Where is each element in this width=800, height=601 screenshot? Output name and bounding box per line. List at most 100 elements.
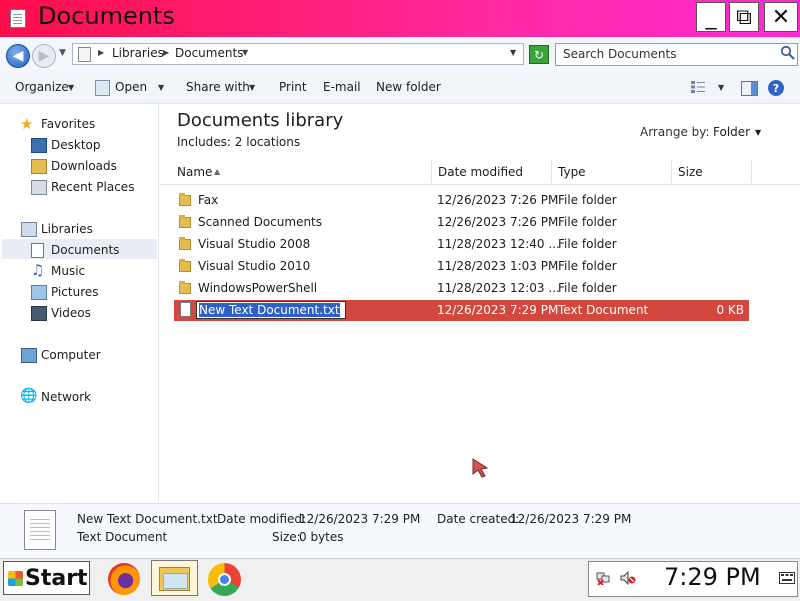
column-name[interactable]: Name bbox=[177, 165, 212, 179]
back-button[interactable]: ◀ bbox=[6, 44, 30, 68]
folder-icon bbox=[179, 281, 191, 294]
music-icon: ♫ bbox=[31, 261, 45, 279]
column-divider[interactable] bbox=[751, 160, 752, 183]
open-button[interactable]: Open bbox=[115, 80, 147, 94]
help-icon[interactable]: ? bbox=[768, 80, 784, 96]
share-with-button[interactable]: Share with bbox=[186, 80, 250, 94]
firefox-icon[interactable] bbox=[108, 563, 140, 595]
breadcrumb-libraries[interactable]: Libraries bbox=[112, 46, 164, 60]
maximize-button[interactable]: ⧉ bbox=[729, 2, 759, 32]
recent-pages-dropdown[interactable]: ▼ bbox=[59, 48, 66, 58]
column-divider[interactable] bbox=[431, 160, 432, 183]
nav-item-favorites[interactable]: Favorites bbox=[41, 117, 95, 131]
forward-button[interactable]: ▶ bbox=[32, 44, 56, 68]
text-document-icon bbox=[180, 302, 191, 317]
file-date: 11/28/2023 12:03 ... bbox=[437, 281, 560, 295]
file-type: File folder bbox=[558, 215, 617, 229]
file-type: File folder bbox=[558, 237, 617, 251]
nav-item-documents[interactable]: Documents bbox=[51, 243, 119, 257]
nav-item-desktop[interactable]: Desktop bbox=[51, 138, 101, 152]
start-button[interactable]: Start bbox=[3, 561, 90, 595]
search-icon[interactable] bbox=[780, 45, 795, 60]
column-type[interactable]: Type bbox=[558, 165, 586, 179]
email-button[interactable]: E-mail bbox=[323, 80, 361, 94]
videos-icon bbox=[31, 306, 47, 321]
details-created-value: 12/26/2023 7:29 PM bbox=[510, 512, 632, 526]
file-name: WindowsPowerShell bbox=[198, 281, 318, 295]
rename-input[interactable]: New Text Document.txt bbox=[196, 301, 346, 319]
nav-item-computer[interactable]: Computer bbox=[41, 348, 101, 362]
chevron-down-icon[interactable]: ▼ bbox=[68, 83, 74, 92]
print-button[interactable]: Print bbox=[279, 80, 307, 94]
volume-muted-icon[interactable] bbox=[620, 571, 636, 585]
close-button[interactable]: ✕ bbox=[764, 2, 798, 32]
arrange-by-label: Arrange by: bbox=[640, 125, 710, 139]
column-divider[interactable] bbox=[551, 160, 552, 183]
chevron-down-icon[interactable]: ▼ bbox=[755, 128, 761, 137]
details-modified-value: 12/26/2023 7:29 PM bbox=[299, 512, 421, 526]
chevron-down-icon[interactable]: ▼ bbox=[249, 83, 255, 92]
nav-item-pictures[interactable]: Pictures bbox=[51, 285, 99, 299]
address-history-dropdown[interactable]: ▼ bbox=[510, 48, 516, 57]
details-created-label: Date created: bbox=[437, 512, 520, 526]
breadcrumb-arrow-icon[interactable]: ▼ bbox=[242, 48, 248, 57]
library-icon bbox=[78, 47, 91, 62]
start-label: Start bbox=[25, 565, 88, 591]
search-input[interactable]: Search Documents bbox=[555, 43, 798, 66]
views-icon[interactable] bbox=[691, 81, 705, 93]
keyboard-icon[interactable] bbox=[779, 572, 795, 584]
file-row-visual-studio-2010[interactable]: Visual Studio 2010 11/28/2023 1:03 PM Fi… bbox=[174, 256, 749, 277]
column-divider[interactable] bbox=[671, 160, 672, 183]
details-modified-label: Date modified: bbox=[217, 512, 307, 526]
breadcrumb-arrow-icon[interactable]: ▶ bbox=[98, 48, 104, 57]
file-date: 12/26/2023 7:26 PM bbox=[437, 215, 559, 229]
views-dropdown-icon[interactable]: ▼ bbox=[718, 83, 724, 92]
breadcrumb-documents[interactable]: Documents bbox=[175, 46, 243, 60]
refresh-button[interactable]: ↻ bbox=[529, 45, 549, 64]
breadcrumb-arrow-icon[interactable]: ▶ bbox=[163, 48, 169, 57]
documents-icon bbox=[31, 243, 44, 258]
clock[interactable]: 7:29 PM bbox=[664, 563, 761, 591]
chevron-down-icon[interactable]: ▼ bbox=[158, 83, 164, 92]
organize-button[interactable]: Organize bbox=[15, 80, 69, 94]
file-row-windowspowershell[interactable]: WindowsPowerShell 11/28/2023 12:03 ... F… bbox=[174, 278, 749, 299]
new-folder-button[interactable]: New folder bbox=[376, 80, 441, 94]
file-row-visual-studio-2008[interactable]: Visual Studio 2008 11/28/2023 12:40 ... … bbox=[174, 234, 749, 255]
chrome-icon[interactable] bbox=[208, 563, 241, 596]
file-name: Fax bbox=[198, 193, 219, 207]
open-icon[interactable] bbox=[95, 80, 110, 96]
folder-icon bbox=[179, 259, 191, 272]
network-status-icon[interactable] bbox=[596, 571, 610, 585]
column-size[interactable]: Size bbox=[678, 165, 703, 179]
file-row-new-text-document[interactable]: New Text Document.txt 12/26/2023 7:29 PM… bbox=[174, 300, 749, 321]
file-date: 12/26/2023 7:26 PM bbox=[437, 193, 559, 207]
nav-item-videos[interactable]: Videos bbox=[51, 306, 91, 320]
file-row-fax[interactable]: Fax 12/26/2023 7:26 PM File folder bbox=[174, 190, 749, 211]
file-type: Text Document bbox=[558, 303, 649, 317]
details-file-type: Text Document bbox=[77, 530, 168, 544]
file-type: File folder bbox=[558, 259, 617, 273]
computer-icon bbox=[21, 348, 37, 363]
library-includes-link[interactable]: Includes: 2 locations bbox=[177, 135, 300, 149]
nav-item-recent-places[interactable]: Recent Places bbox=[51, 180, 134, 194]
network-icon: 🌐 bbox=[20, 388, 38, 404]
folder-icon bbox=[179, 215, 191, 228]
sort-ascending-icon: ▲ bbox=[214, 167, 221, 176]
arrange-by-dropdown[interactable]: Folder bbox=[713, 125, 750, 139]
nav-item-downloads[interactable]: Downloads bbox=[51, 159, 117, 173]
libraries-icon bbox=[21, 222, 37, 237]
file-row-scanned-documents[interactable]: Scanned Documents 12/26/2023 7:26 PM Fil… bbox=[174, 212, 749, 233]
nav-item-music[interactable]: Music bbox=[51, 264, 85, 278]
minimize-button[interactable]: _ bbox=[696, 2, 726, 32]
nav-item-network[interactable]: Network bbox=[41, 390, 91, 404]
windows-logo-icon bbox=[8, 570, 23, 586]
preview-pane-icon[interactable] bbox=[741, 81, 758, 96]
library-title: Documents library bbox=[177, 110, 344, 131]
nav-item-libraries[interactable]: Libraries bbox=[41, 222, 93, 236]
file-name: Visual Studio 2008 bbox=[198, 237, 311, 251]
column-date-modified[interactable]: Date modified bbox=[438, 165, 523, 179]
file-type: File folder bbox=[558, 281, 617, 295]
star-icon: ★ bbox=[20, 115, 34, 133]
pictures-icon bbox=[31, 285, 47, 300]
file-size: 0 KB bbox=[716, 303, 744, 317]
